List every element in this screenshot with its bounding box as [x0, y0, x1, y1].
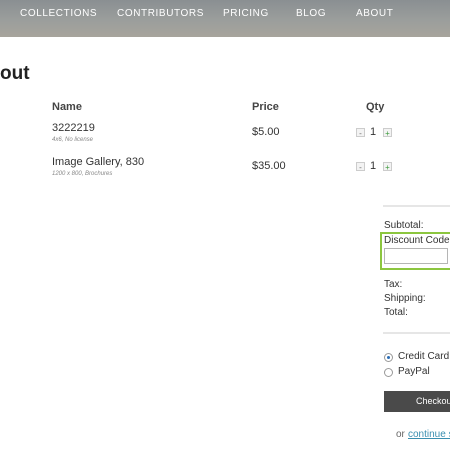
item-price: $35.00	[252, 160, 286, 172]
tax-label: Tax:	[384, 279, 403, 290]
qty-decrease-button[interactable]: -	[356, 128, 365, 138]
qty-increase-button[interactable]: +	[383, 162, 392, 172]
item-quantity: 1	[370, 126, 377, 138]
nav-link-contributors[interactable]: CONTRIBUTORS	[117, 8, 204, 19]
paypal-radio[interactable]	[384, 368, 393, 377]
column-header-price: Price	[252, 101, 279, 113]
or-text: or	[396, 429, 405, 440]
nav-link-about[interactable]: ABOUT	[356, 8, 393, 19]
credit-card-label: Credit Card	[398, 351, 450, 362]
nav-link-pricing[interactable]: PRICING	[223, 8, 269, 19]
item-price: $5.00	[252, 126, 280, 138]
checkout-button[interactable]: Checkout	[384, 391, 450, 412]
column-header-qty: Qty	[366, 101, 385, 113]
nav-link-collections[interactable]: COLLECTIONS	[20, 8, 97, 19]
item-quantity: 1	[370, 160, 377, 172]
shipping-label: Shipping:	[384, 293, 426, 304]
qty-increase-button[interactable]: +	[383, 128, 392, 138]
summary-divider	[383, 332, 450, 334]
page-title: out	[0, 63, 30, 84]
nav-link-blog[interactable]: BLOG	[296, 8, 326, 19]
paypal-label: PayPal	[398, 366, 430, 377]
item-description: 1200 x 800, Brochures	[52, 171, 113, 177]
top-navigation-bar: COLLECTIONS CONTRIBUTORS PRICING BLOG AB…	[0, 0, 450, 37]
column-header-name: Name	[52, 101, 82, 113]
credit-card-radio[interactable]	[384, 353, 393, 362]
discount-code-label: Discount Code:	[384, 235, 450, 246]
subtotal-label: Subtotal:	[384, 220, 424, 231]
item-name: 3222219	[52, 122, 95, 134]
total-label: Total:	[384, 307, 408, 318]
qty-decrease-button[interactable]: -	[356, 162, 365, 172]
summary-divider	[383, 205, 450, 207]
continue-shopping-link[interactable]: continue s	[408, 429, 450, 440]
discount-code-input[interactable]	[384, 248, 448, 264]
item-name: Image Gallery, 830	[52, 156, 145, 168]
item-description: 4x6, No license	[52, 137, 94, 143]
